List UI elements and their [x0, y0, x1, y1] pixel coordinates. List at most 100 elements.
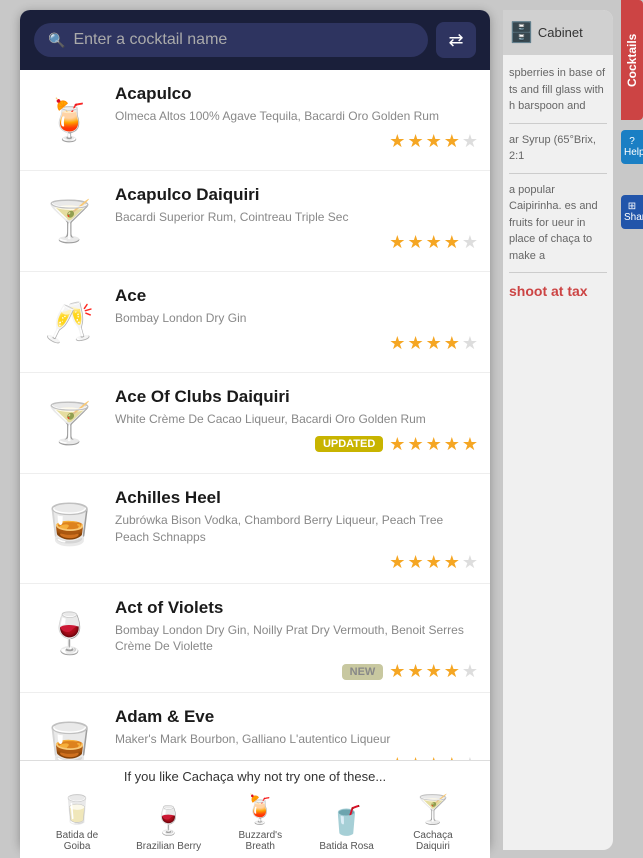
- glass-icon: 🥂: [45, 299, 95, 346]
- star-filled: ★: [444, 434, 460, 455]
- cocktail-footer: ★★★★★: [115, 131, 478, 152]
- glass-icon: 🍸: [45, 400, 95, 447]
- cocktail-info: Achilles Heel Zubrówka Bison Vodka, Cham…: [107, 484, 478, 573]
- recommendation-item[interactable]: 🥛 Batida de Goiba: [42, 790, 112, 852]
- scan-icon: ⇄: [448, 30, 463, 51]
- cocktail-ingredients: White Crème De Cacao Liqueur, Bacardi Or…: [115, 411, 478, 428]
- star-rating: ★★★★★: [389, 131, 478, 152]
- cocktail-list: 🍹 Acapulco Olmeca Altos 100% Agave Tequi…: [20, 70, 490, 780]
- cocktail-image: 🥃: [32, 484, 107, 564]
- star-filled: ★: [426, 661, 442, 682]
- right-panel: 🗄️ Cabinet spberries in base of ts and f…: [503, 10, 613, 850]
- help-label: Help: [624, 147, 643, 158]
- cocktail-item[interactable]: 🍸 Ace Of Clubs Daiquiri White Crème De C…: [20, 373, 490, 474]
- search-bar: 🔍 Enter a cocktail name ⇄: [20, 10, 490, 70]
- share-label: Share: [624, 212, 643, 223]
- star-filled: ★: [407, 333, 423, 354]
- recommendation-item[interactable]: 🥤 Batida Rosa: [319, 801, 373, 852]
- cabinet-icon: 🗄️: [509, 20, 534, 45]
- star-filled: ★: [444, 333, 460, 354]
- reco-name: Cachaça Daiquiri: [398, 830, 468, 852]
- panel-text-1: spberries in base of ts and fill glass w…: [509, 65, 607, 115]
- star-filled: ★: [444, 232, 460, 253]
- star-filled: ★: [389, 661, 405, 682]
- recommendations-bar: If you like Cachaça why not try one of t…: [20, 760, 490, 858]
- star-filled: ★: [444, 661, 460, 682]
- cocktail-name: Ace Of Clubs Daiquiri: [115, 387, 478, 407]
- badge-new: NEW: [342, 664, 384, 680]
- cocktail-image: 🍷: [32, 594, 107, 674]
- sidebar-help-tab[interactable]: ? Help: [621, 130, 643, 164]
- main-panel: 🔍 Enter a cocktail name ⇄ 🍹 Acapulco Olm…: [20, 10, 490, 850]
- star-filled: ★: [389, 131, 405, 152]
- cocktail-name: Achilles Heel: [115, 488, 478, 508]
- cocktail-image: 🥂: [32, 282, 107, 362]
- star-filled: ★: [389, 552, 405, 573]
- star-filled: ★: [407, 131, 423, 152]
- cocktail-item[interactable]: 🍹 Acapulco Olmeca Altos 100% Agave Tequi…: [20, 70, 490, 171]
- star-empty: ★: [462, 232, 478, 253]
- cocktail-image: 🍸: [32, 383, 107, 463]
- star-filled: ★: [426, 333, 442, 354]
- help-icon: ?: [629, 136, 635, 147]
- reco-name: Brazilian Berry: [136, 841, 201, 852]
- cocktail-footer: NEW ★★★★★: [115, 661, 478, 682]
- panel-text-3: a popular Caipirinha. es and fruits for …: [509, 182, 607, 265]
- star-filled: ★: [389, 333, 405, 354]
- cocktail-item[interactable]: 🍷 Act of Violets Bombay London Dry Gin, …: [20, 584, 490, 694]
- star-rating: ★★★★★: [389, 661, 478, 682]
- star-rating: ★★★★★: [389, 552, 478, 573]
- cocktail-ingredients: Bombay London Dry Gin, Noilly Prat Dry V…: [115, 622, 478, 656]
- recommendation-item[interactable]: 🍹 Buzzard's Breath: [225, 790, 295, 852]
- reco-glass-icon: 🥤: [329, 801, 364, 837]
- cocktail-image: 🍹: [32, 80, 107, 160]
- cocktail-item[interactable]: 🥂 Ace Bombay London Dry Gin ★★★★★: [20, 272, 490, 373]
- star-filled: ★: [462, 434, 478, 455]
- scan-button[interactable]: ⇄: [436, 22, 476, 58]
- reco-glass-icon: 🍷: [151, 801, 186, 837]
- star-filled: ★: [389, 232, 405, 253]
- cocktail-footer: ★★★★★: [115, 333, 478, 354]
- star-empty: ★: [462, 552, 478, 573]
- star-filled: ★: [407, 232, 423, 253]
- star-filled: ★: [426, 434, 442, 455]
- cocktail-info: Ace Of Clubs Daiquiri White Crème De Cac…: [107, 383, 478, 455]
- recommendations-title: If you like Cachaça why not try one of t…: [30, 769, 480, 784]
- reco-glass-icon: 🍹: [243, 790, 278, 826]
- cocktail-ingredients: Olmeca Altos 100% Agave Tequila, Bacardi…: [115, 108, 478, 125]
- recommendation-item[interactable]: 🍸 Cachaça Daiquiri: [398, 790, 468, 852]
- star-filled: ★: [407, 661, 423, 682]
- cocktail-item[interactable]: 🍸 Acapulco Daiquiri Bacardi Superior Rum…: [20, 171, 490, 272]
- search-input-wrapper[interactable]: 🔍 Enter a cocktail name: [34, 23, 428, 57]
- cocktail-footer: UPDATED ★★★★★: [115, 434, 478, 455]
- cocktail-info: Act of Violets Bombay London Dry Gin, No…: [107, 594, 478, 683]
- cocktail-ingredients: Bombay London Dry Gin: [115, 310, 478, 327]
- star-filled: ★: [444, 552, 460, 573]
- right-panel-content: spberries in base of ts and fill glass w…: [509, 65, 607, 302]
- cocktail-item[interactable]: 🥃 Achilles Heel Zubrówka Bison Vodka, Ch…: [20, 474, 490, 584]
- search-placeholder: Enter a cocktail name: [73, 31, 414, 49]
- cocktail-name: Act of Violets: [115, 598, 478, 618]
- cabinet-header: 🗄️ Cabinet: [503, 10, 613, 55]
- cocktail-name: Acapulco Daiquiri: [115, 185, 478, 205]
- share-icon: ⊞: [628, 201, 636, 212]
- sidebar-cocktails-tab[interactable]: Cocktails: [621, 0, 643, 120]
- sidebar-share-tab[interactable]: ⊞ Share: [621, 195, 643, 229]
- star-filled: ★: [407, 434, 423, 455]
- recommendations-items: 🥛 Batida de Goiba 🍷 Brazilian Berry 🍹 Bu…: [30, 790, 480, 852]
- cocktail-footer: ★★★★★: [115, 552, 478, 573]
- star-empty: ★: [462, 333, 478, 354]
- star-rating: ★★★★★: [389, 333, 478, 354]
- glass-icon: 🍷: [45, 610, 95, 657]
- star-filled: ★: [426, 232, 442, 253]
- cocktail-info: Ace Bombay London Dry Gin ★★★★★: [107, 282, 478, 354]
- cocktail-image: 🍸: [32, 181, 107, 261]
- cocktail-footer: ★★★★★: [115, 232, 478, 253]
- star-rating: ★★★★★: [389, 232, 478, 253]
- cocktail-info: Acapulco Olmeca Altos 100% Agave Tequila…: [107, 80, 478, 152]
- reco-glass-icon: 🥛: [60, 790, 95, 826]
- star-filled: ★: [407, 552, 423, 573]
- glass-icon: 🥃: [45, 501, 95, 548]
- reco-name: Batida de Goiba: [42, 830, 112, 852]
- recommendation-item[interactable]: 🍷 Brazilian Berry: [136, 801, 201, 852]
